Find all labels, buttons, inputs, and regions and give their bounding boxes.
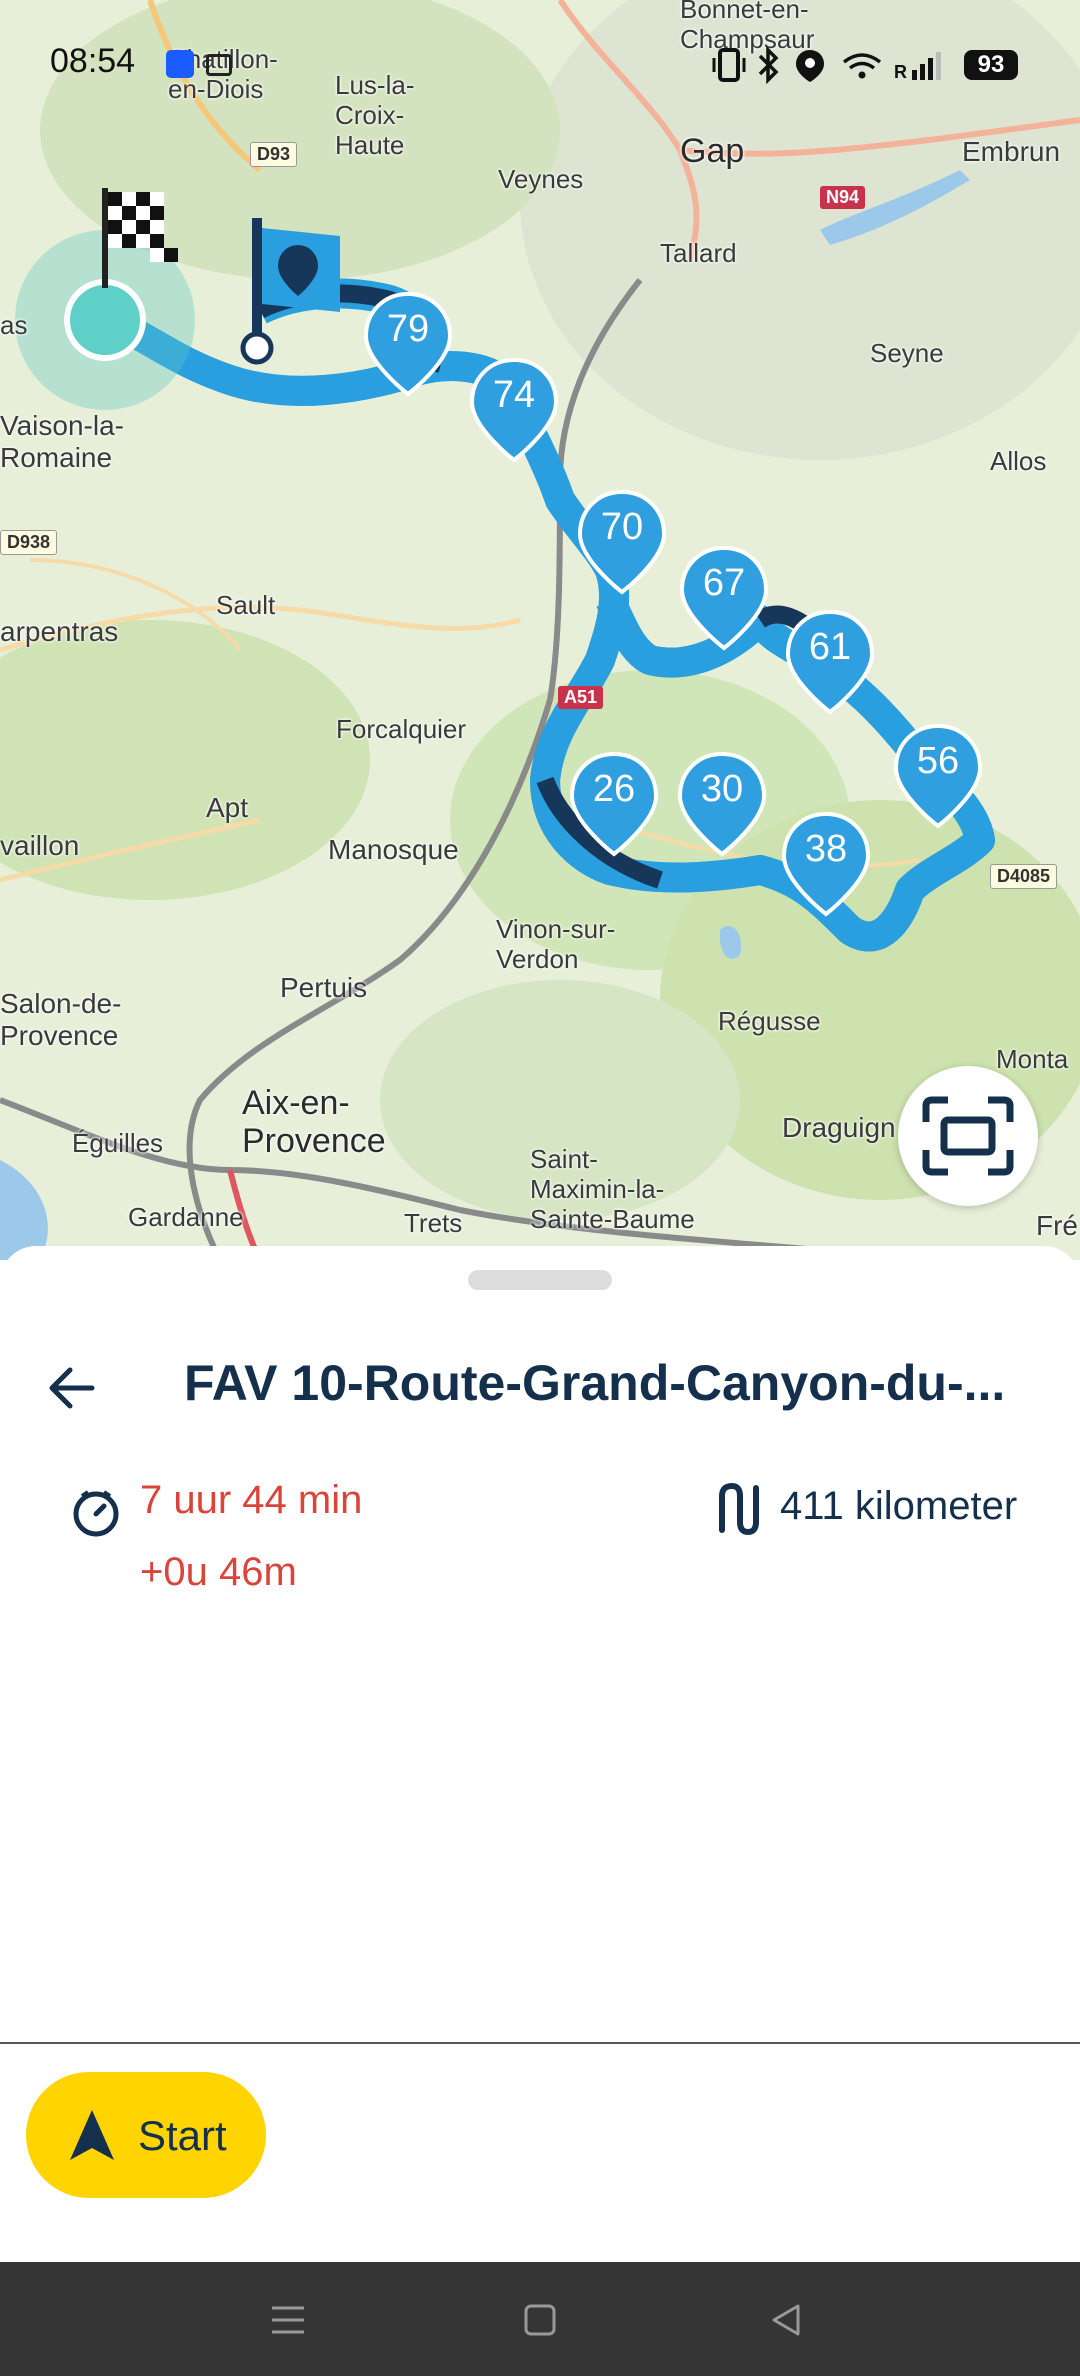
place-label: Saint- Maximin-la- Sainte-Baume xyxy=(530,1144,695,1234)
route-delay: +0u 46m xyxy=(140,1550,297,1594)
road-shield: A51 xyxy=(558,686,604,709)
place-label: Draguign xyxy=(782,1112,896,1143)
waypoint-pin[interactable]: 74 xyxy=(468,356,560,464)
map-view[interactable]: Chatillon- en-Diois Lus-la- Croix- Haute… xyxy=(0,0,1080,1260)
waypoint-pin[interactable]: 38 xyxy=(780,810,872,918)
waypoint-number: 26 xyxy=(592,768,636,810)
bluetooth-icon xyxy=(758,46,779,84)
waypoint-pin[interactable]: 79 xyxy=(362,290,454,398)
place-label: Sault xyxy=(216,590,276,620)
start-button[interactable]: Start xyxy=(26,2072,266,2198)
waypoint-pin[interactable]: 30 xyxy=(676,750,768,858)
route-duration: 7 uur 44 min xyxy=(140,1478,363,1522)
place-label: Trets xyxy=(404,1208,463,1238)
wifi-icon xyxy=(842,53,882,79)
place-label: Pertuis xyxy=(280,972,368,1003)
place-label: Veynes xyxy=(498,164,584,194)
status-time: 08:54 xyxy=(50,42,136,80)
place-label: Manosque xyxy=(328,834,459,865)
place-label: Aix-en- Provence xyxy=(242,1084,386,1160)
route-bottom-sheet: FAV 10-Route-Grand-Canyon-du-... 7 uur 4… xyxy=(0,1246,1080,2046)
waypoint-pin[interactable]: 56 xyxy=(892,722,984,830)
waypoint-number: 74 xyxy=(492,374,536,416)
route-title: FAV 10-Route-Grand-Canyon-du-... xyxy=(184,1355,1006,1411)
place-label: Gap xyxy=(680,132,745,170)
place-label: Gardanne xyxy=(128,1202,244,1232)
waypoint-number: 70 xyxy=(600,506,644,548)
waypoint-number: 56 xyxy=(916,740,960,782)
place-label: Forcalquier xyxy=(336,714,467,744)
road-shield: D938 xyxy=(0,530,58,555)
signal-icon: R xyxy=(894,52,941,82)
place-label: Tallard xyxy=(660,238,737,268)
waypoint-number: 38 xyxy=(804,828,848,870)
menu-icon[interactable] xyxy=(270,2302,306,2338)
route-distance-icon xyxy=(719,1482,759,1536)
waypoint-number: 79 xyxy=(386,308,430,350)
place-label: Éguilles xyxy=(72,1128,164,1158)
waypoint-number: 61 xyxy=(808,626,852,668)
waypoint-number: 30 xyxy=(700,768,744,810)
navigation-arrow-icon xyxy=(70,2110,114,2160)
road-shield: D4085 xyxy=(990,864,1058,889)
place-label: Seyne xyxy=(870,338,944,368)
place-label: Vinon-sur- Verdon xyxy=(496,914,616,974)
battery-indicator: 93 xyxy=(964,50,1018,80)
start-button-label: Start xyxy=(138,2112,227,2159)
place-label: Salon-de- Provence xyxy=(0,988,122,1051)
home-icon[interactable] xyxy=(522,2302,558,2338)
place-label: arpentras xyxy=(0,616,119,647)
location-icon xyxy=(796,50,824,82)
status-icons: R xyxy=(712,46,941,84)
svg-text:R: R xyxy=(894,62,907,82)
sheet-drag-handle[interactable] xyxy=(468,1270,612,1290)
waypoint-pin[interactable]: 26 xyxy=(568,750,660,858)
back-icon[interactable] xyxy=(768,2302,804,2338)
back-arrow-icon[interactable] xyxy=(40,1356,104,1420)
place-label: Allos xyxy=(990,446,1047,476)
place-label: as xyxy=(0,310,28,340)
place-label: Vaison-la- Romaine xyxy=(0,410,124,473)
waypoint-number: 67 xyxy=(702,562,746,604)
status-bar: 08:54 R 93 xyxy=(0,0,1080,120)
app-notification-icon xyxy=(166,50,194,78)
timer-icon xyxy=(73,1490,119,1537)
route-distance: 411 kilometer xyxy=(780,1484,1018,1528)
road-shield: D93 xyxy=(250,142,298,167)
waypoint-pin[interactable]: 67 xyxy=(678,544,770,652)
place-label: Embrun xyxy=(962,136,1061,167)
system-nav-bar xyxy=(0,2262,1080,2376)
vibrate-icon xyxy=(712,48,746,82)
divider xyxy=(0,2042,1080,2044)
place-label: vaillon xyxy=(0,830,80,861)
fit-route-button[interactable] xyxy=(898,1066,1038,1206)
fit-screen-icon xyxy=(922,1096,1014,1176)
waypoint-pin[interactable]: 61 xyxy=(784,608,876,716)
road-shield: N94 xyxy=(820,186,866,209)
place-label: Régusse xyxy=(718,1006,821,1036)
wallet-icon xyxy=(206,54,232,76)
place-label: Fré xyxy=(1036,1210,1078,1241)
place-label: Apt xyxy=(206,792,249,823)
waypoint-pin[interactable]: 70 xyxy=(576,488,668,596)
